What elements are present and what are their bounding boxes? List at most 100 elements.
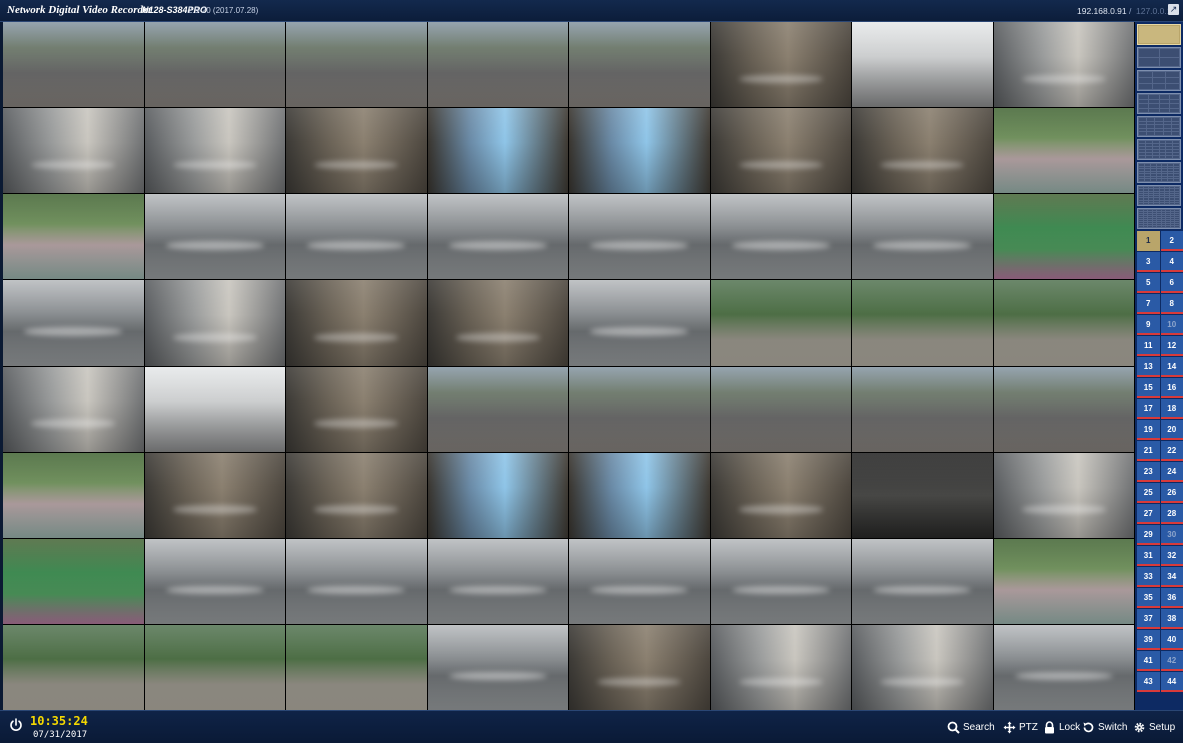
- lock-button[interactable]: Lock: [1043, 719, 1080, 735]
- camera-feed-street[interactable]: [286, 22, 427, 108]
- layout-8x8-button[interactable]: [1137, 185, 1181, 206]
- camera-button-30[interactable]: 30: [1160, 525, 1183, 545]
- camera-feed-parking[interactable]: [852, 538, 993, 624]
- camera-feed-elevator[interactable]: [852, 108, 993, 194]
- switch-button[interactable]: Switch: [1082, 719, 1127, 735]
- camera-button-23[interactable]: 23: [1137, 462, 1160, 482]
- camera-button-5[interactable]: 5: [1137, 273, 1160, 293]
- camera-button-25[interactable]: 25: [1137, 483, 1160, 503]
- camera-feed-parking[interactable]: [569, 280, 710, 366]
- camera-feed-gym[interactable]: [852, 22, 993, 108]
- camera-button-13[interactable]: 13: [1137, 357, 1160, 377]
- layout-4x4-button[interactable]: [1137, 93, 1181, 114]
- camera-button-24[interactable]: 24: [1160, 462, 1183, 482]
- camera-feed-elevator[interactable]: [286, 280, 427, 366]
- camera-feed-street[interactable]: [427, 22, 568, 108]
- camera-button-36[interactable]: 36: [1160, 588, 1183, 608]
- camera-feed-parking[interactable]: [286, 538, 427, 624]
- camera-feed-elevator[interactable]: [286, 366, 427, 452]
- camera-feed-tennis[interactable]: [993, 194, 1134, 280]
- camera-feed-garden[interactable]: [3, 624, 144, 710]
- camera-feed-parking[interactable]: [569, 538, 710, 624]
- camera-button-35[interactable]: 35: [1137, 588, 1160, 608]
- camera-feed-garden[interactable]: [286, 624, 427, 710]
- camera-button-18[interactable]: 18: [1160, 399, 1183, 419]
- camera-button-10[interactable]: 10: [1160, 315, 1183, 335]
- camera-button-16[interactable]: 16: [1160, 378, 1183, 398]
- camera-feed-elevator[interactable]: [710, 452, 851, 538]
- camera-feed-street[interactable]: [569, 366, 710, 452]
- camera-button-40[interactable]: 40: [1160, 630, 1183, 650]
- setup-button[interactable]: Setup: [1133, 719, 1175, 735]
- camera-feed-elevator-blue[interactable]: [569, 452, 710, 538]
- camera-button-9[interactable]: 9: [1137, 315, 1160, 335]
- layout-1x1-button[interactable]: [1137, 24, 1181, 45]
- camera-feed-parking[interactable]: [144, 538, 285, 624]
- camera-button-3[interactable]: 3: [1137, 252, 1160, 272]
- camera-button-31[interactable]: 31: [1137, 546, 1160, 566]
- camera-feed-parking[interactable]: [144, 194, 285, 280]
- camera-feed-street[interactable]: [993, 366, 1134, 452]
- camera-feed-elevator[interactable]: [710, 22, 851, 108]
- camera-feed-parking[interactable]: [852, 194, 993, 280]
- camera-feed-parking[interactable]: [993, 624, 1134, 710]
- camera-button-41[interactable]: 41: [1137, 651, 1160, 671]
- camera-button-44[interactable]: 44: [1160, 672, 1183, 692]
- camera-feed-lobby[interactable]: [3, 108, 144, 194]
- camera-feed-elevator[interactable]: [569, 624, 710, 710]
- camera-feed-garden[interactable]: [710, 280, 851, 366]
- camera-feed-lobby[interactable]: [852, 624, 993, 710]
- camera-feed-street[interactable]: [569, 22, 710, 108]
- camera-feed-elevator-blue[interactable]: [427, 452, 568, 538]
- camera-button-1[interactable]: 1: [1137, 231, 1160, 251]
- camera-feed-playground[interactable]: [3, 452, 144, 538]
- layout-6x6-button[interactable]: [1137, 139, 1181, 160]
- camera-feed-elevator-blue[interactable]: [569, 108, 710, 194]
- camera-feed-dark[interactable]: [852, 452, 993, 538]
- camera-button-14[interactable]: 14: [1160, 357, 1183, 377]
- camera-feed-parking[interactable]: [710, 194, 851, 280]
- fullscreen-icon[interactable]: ↗: [1168, 4, 1179, 15]
- camera-feed-parking[interactable]: [427, 538, 568, 624]
- camera-button-27[interactable]: 27: [1137, 504, 1160, 524]
- camera-button-39[interactable]: 39: [1137, 630, 1160, 650]
- camera-button-22[interactable]: 22: [1160, 441, 1183, 461]
- camera-button-11[interactable]: 11: [1137, 336, 1160, 356]
- camera-button-42[interactable]: 42: [1160, 651, 1183, 671]
- camera-feed-lobby[interactable]: [144, 280, 285, 366]
- camera-feed-elevator[interactable]: [710, 108, 851, 194]
- camera-button-17[interactable]: 17: [1137, 399, 1160, 419]
- camera-feed-street[interactable]: [710, 366, 851, 452]
- camera-button-20[interactable]: 20: [1160, 420, 1183, 440]
- camera-feed-garden[interactable]: [993, 280, 1134, 366]
- camera-button-12[interactable]: 12: [1160, 336, 1183, 356]
- camera-feed-parking-lot[interactable]: [144, 22, 285, 108]
- camera-feed-playground[interactable]: [993, 538, 1134, 624]
- camera-feed-garden[interactable]: [144, 624, 285, 710]
- camera-feed-playground[interactable]: [993, 108, 1134, 194]
- camera-button-37[interactable]: 37: [1137, 609, 1160, 629]
- camera-feed-street[interactable]: [427, 366, 568, 452]
- camera-feed-street[interactable]: [3, 22, 144, 108]
- camera-button-34[interactable]: 34: [1160, 567, 1183, 587]
- camera-button-43[interactable]: 43: [1137, 672, 1160, 692]
- layout-5x5-button[interactable]: [1137, 116, 1181, 137]
- camera-feed-gym[interactable]: [144, 366, 285, 452]
- camera-feed-lobby[interactable]: [993, 22, 1134, 108]
- camera-feed-parking[interactable]: [427, 624, 568, 710]
- camera-feed-street[interactable]: [852, 366, 993, 452]
- camera-button-4[interactable]: 4: [1160, 252, 1183, 272]
- camera-feed-lobby[interactable]: [144, 108, 285, 194]
- search-button[interactable]: Search: [947, 719, 995, 735]
- camera-feed-parking[interactable]: [427, 194, 568, 280]
- layout-7x7-button[interactable]: [1137, 162, 1181, 183]
- camera-feed-parking[interactable]: [710, 538, 851, 624]
- camera-button-33[interactable]: 33: [1137, 567, 1160, 587]
- layout-9x9-button[interactable]: [1137, 208, 1181, 229]
- camera-button-15[interactable]: 15: [1137, 378, 1160, 398]
- power-icon[interactable]: [9, 718, 23, 732]
- camera-button-19[interactable]: 19: [1137, 420, 1160, 440]
- camera-feed-elevator-blue[interactable]: [427, 108, 568, 194]
- camera-feed-elevator[interactable]: [286, 108, 427, 194]
- camera-feed-playground[interactable]: [3, 194, 144, 280]
